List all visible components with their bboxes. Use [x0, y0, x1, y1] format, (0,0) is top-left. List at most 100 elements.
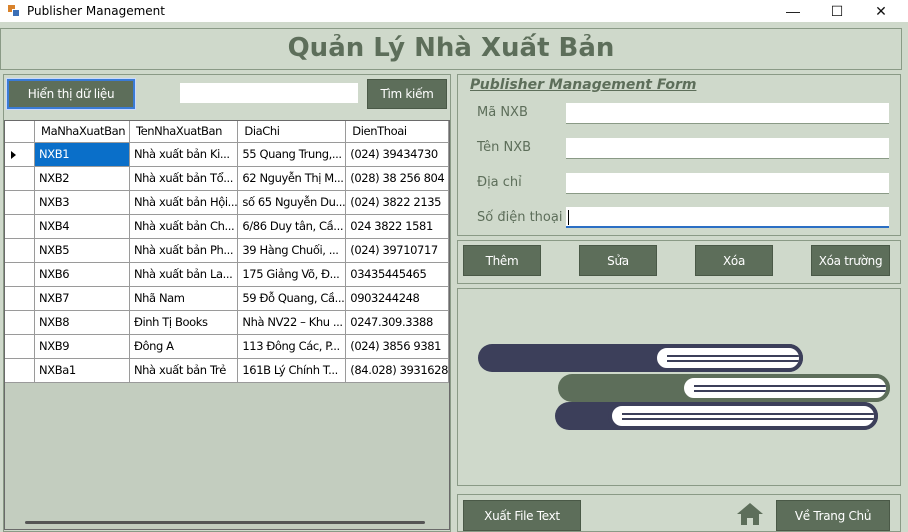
table-cell[interactable]: Nhà xuất bản Tổ... — [129, 166, 239, 191]
table-cell[interactable]: (024) 3822 2135 — [345, 190, 449, 215]
table-row[interactable]: NXBa1 Nhà xuất bản Trẻ 161B Lý Chính T...(… — [5, 358, 449, 383]
table-row[interactable]: NXB2 Nhà xuất bản Tổ... 62 Nguyễn Thị M...… — [5, 166, 449, 191]
table-cell[interactable]: (024) 39710717 — [345, 238, 449, 263]
table-cell[interactable]: 113 Đông Các, P... — [237, 334, 347, 359]
table-cell[interactable]: 175 Giảng Võ, Đ... — [237, 262, 347, 287]
export-text-button[interactable]: Xuất File Text — [463, 500, 581, 531]
table-row[interactable]: NXB5 Nhà xuất bản Ph... 39 Hàng Chuối, ...… — [5, 238, 449, 263]
table-cell[interactable]: 03435445465 — [345, 262, 449, 287]
table-cell[interactable]: 39 Hàng Chuối, ... — [237, 238, 347, 263]
row-header[interactable] — [5, 214, 36, 239]
table-cell[interactable]: 0247.309.3388 — [345, 310, 449, 335]
table-cell[interactable]: NXB2 — [34, 166, 130, 191]
book-spine — [558, 374, 890, 402]
column-header[interactable]: TenNhaXuatBan — [129, 121, 239, 143]
row-header[interactable] — [5, 286, 36, 311]
row-header[interactable] — [5, 238, 36, 263]
table-cell[interactable]: NXB9 — [34, 334, 130, 359]
clear-fields-button[interactable]: Xóa trường — [811, 245, 890, 276]
home-button[interactable]: Về Trang Chủ — [776, 500, 890, 531]
delete-button[interactable]: Xóa — [695, 245, 773, 276]
table-cell[interactable]: Nhã Nam — [129, 286, 239, 311]
table-cell[interactable]: NXB5 — [34, 238, 130, 263]
grid-header-row: MaNhaXuatBan TenNhaXuatBan DiaChi DienTh… — [5, 121, 449, 143]
search-button[interactable]: Tìm kiếm — [367, 79, 447, 109]
table-row[interactable]: NXB6 Nhà xuất bản La... 175 Giảng Võ, Đ...… — [5, 262, 449, 287]
add-button[interactable]: Thêm — [463, 245, 541, 276]
table-row[interactable]: NXB9 Đông A 113 Đông Các, P... (024) 3856 9… — [5, 334, 449, 359]
text-caret — [568, 210, 569, 225]
table-cell[interactable]: NXB3 — [34, 190, 130, 215]
table-cell[interactable]: 161B Lý Chính T... — [237, 358, 347, 383]
table-row[interactable]: NXB8 Đinh Tị Books Nhà NV22 – Khu ... 0247.… — [5, 310, 449, 335]
column-header[interactable]: DienThoai — [345, 121, 449, 143]
table-cell[interactable]: Nhà xuất bản La... — [129, 262, 239, 287]
table-cell[interactable]: NXB4 — [34, 214, 130, 239]
row-header-corner — [5, 121, 36, 143]
table-cell[interactable]: NXBa1 — [34, 358, 130, 383]
table-row[interactable]: NXB3 Nhà xuất bản Hội... số 65 Nguyễn Du..… — [5, 190, 449, 215]
book-spine — [478, 344, 803, 372]
edit-button[interactable]: Sửa — [579, 245, 657, 276]
table-cell[interactable]: Nhà xuất bản Ph... — [129, 238, 239, 263]
grid-table: MaNhaXuatBan TenNhaXuatBan DiaChi DienTh… — [5, 121, 449, 383]
column-header[interactable]: DiaChi — [237, 121, 347, 143]
close-button[interactable]: ✕ — [858, 0, 904, 22]
phone-field[interactable] — [566, 207, 889, 228]
table-cell[interactable]: Nhà xuất bản Hội... — [129, 190, 239, 215]
table-cell[interactable]: Đông A — [129, 334, 239, 359]
form-title: Publisher Management Form — [470, 77, 697, 93]
table-cell[interactable]: 59 Đỗ Quang, Cầ... — [237, 286, 347, 311]
minimize-button[interactable]: — — [770, 0, 816, 22]
home-icon[interactable] — [736, 502, 764, 526]
publisher-id-label: Mã NXB — [477, 105, 528, 120]
book-spine — [555, 402, 878, 430]
page-heading: Quản Lý Nhà Xuất Bản — [287, 33, 615, 63]
header-panel: Quản Lý Nhà Xuất Bản — [0, 28, 902, 70]
table-cell[interactable]: (84.028) 3931628 — [345, 358, 449, 383]
table-cell[interactable]: 62 Nguyễn Thị M... — [237, 166, 347, 191]
maximize-button[interactable]: ☐ — [814, 0, 860, 22]
row-header[interactable] — [5, 334, 36, 359]
address-label: Địa chỉ — [477, 175, 522, 190]
table-row[interactable]: NXB4 Nhà xuất bản Ch... 6/86 Duy tân, Cầ..… — [5, 214, 449, 239]
publisher-name-field[interactable] — [566, 138, 889, 159]
table-cell[interactable]: NXB1 — [34, 142, 130, 167]
table-cell[interactable]: Nhà NV22 – Khu ... — [237, 310, 347, 335]
publisher-id-field[interactable] — [566, 103, 889, 124]
table-cell[interactable]: Nhà xuất bản Trẻ — [129, 358, 239, 383]
address-field[interactable] — [566, 173, 889, 194]
row-header[interactable] — [5, 166, 36, 191]
table-cell[interactable]: 6/86 Duy tân, Cầ... — [237, 214, 347, 239]
row-header[interactable] — [5, 190, 36, 215]
table-cell[interactable]: Đinh Tị Books — [129, 310, 239, 335]
phone-label: Số điện thoại — [477, 210, 563, 225]
illustration-panel — [457, 288, 901, 486]
table-cell[interactable]: NXB6 — [34, 262, 130, 287]
row-header[interactable] — [5, 142, 36, 167]
publisher-grid[interactable]: MaNhaXuatBan TenNhaXuatBan DiaChi DienTh… — [4, 120, 450, 530]
table-cell[interactable]: 55 Quang Trung,... — [237, 142, 347, 167]
publisher-name-label: Tên NXB — [477, 140, 532, 155]
table-row[interactable]: NXB1 Nhà xuất bản Ki... 55 Quang Trung,...… — [5, 142, 449, 167]
table-cell[interactable]: NXB7 — [34, 286, 130, 311]
table-cell[interactable]: Nhà xuất bản Ki... — [129, 142, 239, 167]
table-cell[interactable]: (028) 38 256 804 — [345, 166, 449, 191]
title-bar: Publisher Management — ☐ ✕ — [0, 0, 908, 22]
row-header[interactable] — [5, 262, 36, 287]
column-header[interactable]: MaNhaXuatBan — [34, 121, 130, 143]
row-header[interactable] — [5, 310, 36, 335]
table-cell[interactable]: 0903244248 — [345, 286, 449, 311]
table-cell[interactable]: (024) 3856 9381 — [345, 334, 449, 359]
table-cell[interactable]: (024) 39434730 — [345, 142, 449, 167]
search-input[interactable] — [180, 83, 358, 103]
show-data-button[interactable]: Hiển thị dữ liệu — [6, 78, 136, 110]
row-header[interactable] — [5, 358, 36, 383]
table-cell[interactable]: Nhà xuất bản Ch... — [129, 214, 239, 239]
table-row[interactable]: NXB7 Nhã Nam 59 Đỗ Quang, Cầ... 0903244248 — [5, 286, 449, 311]
horizontal-scrollbar[interactable] — [25, 521, 425, 524]
table-cell[interactable]: số 65 Nguyễn Du... — [237, 190, 347, 215]
app-icon — [8, 5, 20, 17]
table-cell[interactable]: 024 3822 1581 — [345, 214, 449, 239]
table-cell[interactable]: NXB8 — [34, 310, 130, 335]
